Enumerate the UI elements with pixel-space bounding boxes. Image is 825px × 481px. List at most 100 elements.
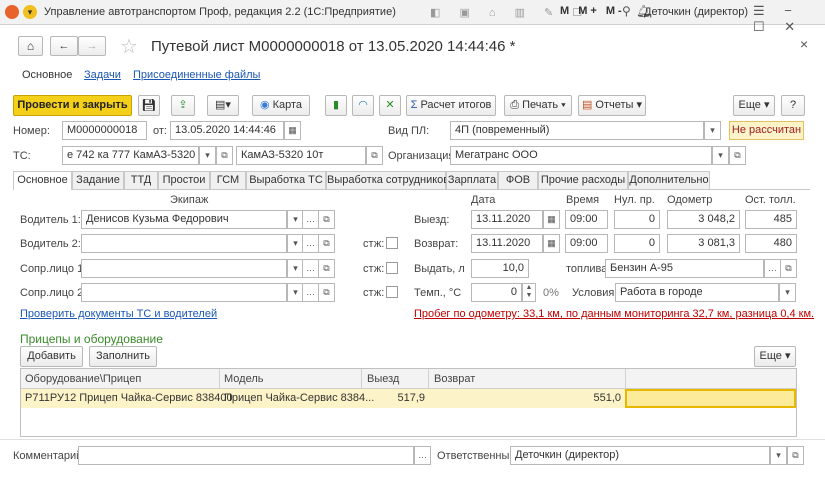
map-button[interactable]: ◉ Карта	[252, 95, 310, 116]
tab-vehicle-output[interactable]: Выработка ТС	[246, 171, 326, 189]
window-controls[interactable]: ☰ − ☐ ✕	[753, 3, 825, 35]
post-icon[interactable]: ⇪	[171, 95, 195, 116]
vehicle-dropdown-icon[interactable]: ▾	[199, 146, 216, 165]
mileage-warning[interactable]: Пробег по одометру: 33,1 км, по данным м…	[414, 308, 814, 320]
stzh-checkbox-2[interactable]	[386, 262, 398, 274]
date-field[interactable]: 13.05.2020 14:44:46	[170, 121, 284, 140]
responsible-dropdown-icon[interactable]: ▾	[770, 446, 787, 465]
escort2-field[interactable]	[81, 283, 287, 302]
reports-button[interactable]: ▤ Отчеты ▾	[578, 95, 646, 116]
app-logo-icon[interactable]	[5, 5, 19, 19]
memory-buttons[interactable]: M M+ M-	[560, 5, 625, 17]
conditions-field[interactable]: Работа в городе	[615, 283, 779, 302]
post-close-button[interactable]: Провести и закрыть	[13, 95, 132, 116]
escort1-open-icon[interactable]: ⧉	[318, 259, 335, 278]
vehicle-open-icon[interactable]: ⧉	[216, 146, 233, 165]
return-calendar-icon[interactable]: ▦	[543, 234, 560, 253]
driver2-select-icon[interactable]: …	[302, 234, 319, 253]
temp-stepper[interactable]: ▲ ▼	[522, 283, 536, 302]
section-tasks[interactable]: Задачи	[84, 69, 121, 81]
tab-task[interactable]: Задание	[72, 171, 124, 189]
tab-fov[interactable]: ФОВ	[498, 171, 538, 189]
responsible-open-icon[interactable]: ⧉	[787, 446, 804, 465]
driver1-select-icon[interactable]: …	[302, 210, 319, 229]
cell-model[interactable]: Прицеп Чайка-Сервис 8384...	[224, 392, 374, 404]
temp-field[interactable]: 0	[471, 283, 522, 302]
favorite-star-icon[interactable]: ☆	[120, 34, 138, 59]
section-main[interactable]: Основное	[22, 69, 72, 81]
departure-fuel-field[interactable]: 485	[745, 210, 797, 229]
tab-staff-output[interactable]: Выработка сотрудников	[326, 171, 449, 189]
forward-button[interactable]: →	[78, 36, 106, 56]
escort1-select-icon[interactable]: …	[302, 259, 319, 278]
driver2-open-icon[interactable]: ⧉	[318, 234, 335, 253]
close-icon[interactable]: ×	[800, 36, 808, 52]
help-button[interactable]: ?	[781, 95, 805, 116]
escort2-open-icon[interactable]: ⧉	[318, 283, 335, 302]
driver2-field[interactable]	[81, 234, 287, 253]
comment-edit-icon[interactable]: …	[414, 446, 431, 465]
stzh-checkbox-3[interactable]	[386, 286, 398, 298]
escort2-select-icon[interactable]: …	[302, 283, 319, 302]
departure-date-field[interactable]: 13.11.2020	[471, 210, 543, 229]
conditions-dropdown-icon[interactable]: ▾	[779, 283, 796, 302]
tab-main[interactable]: Основное	[13, 171, 72, 190]
issue-field[interactable]: 10,0	[471, 259, 529, 278]
return-time-field[interactable]: 09:00	[565, 234, 608, 253]
cell-out[interactable]: 517,9	[361, 392, 425, 404]
section-files[interactable]: Присоединенные файлы	[133, 69, 260, 81]
cell-empty-selected[interactable]	[625, 389, 796, 408]
equipment-more-button[interactable]: Еще ▾	[754, 346, 796, 367]
gauge-icon[interactable]: ◠	[352, 95, 374, 116]
user-name[interactable]: Деточкин (директор)	[644, 6, 748, 18]
tab-additional[interactable]: Дополнительно	[628, 171, 710, 189]
comment-field[interactable]	[78, 446, 414, 465]
search-icon[interactable]: ⚲	[622, 4, 631, 18]
stzh-checkbox-1[interactable]	[386, 237, 398, 249]
tab-gsm[interactable]: ГСМ	[210, 171, 246, 189]
organization-field[interactable]: Мегатранс ООО	[450, 146, 712, 165]
col-return[interactable]: Возврат	[434, 373, 475, 385]
return-odometer-field[interactable]: 3 081,3	[667, 234, 740, 253]
create-based-button[interactable]: ▤▾	[207, 95, 239, 116]
type-dropdown-icon[interactable]: ▾	[704, 121, 721, 140]
check-documents-link[interactable]: Проверить документы ТС и водителей	[20, 308, 217, 320]
model-open-icon[interactable]: ⧉	[366, 146, 383, 165]
fuel-icon[interactable]: ▮	[325, 95, 347, 116]
org-open-icon[interactable]: ⧉	[729, 146, 746, 165]
more-button[interactable]: Еще ▾	[733, 95, 775, 116]
departure-calendar-icon[interactable]: ▦	[543, 210, 560, 229]
return-fuel-field[interactable]: 480	[745, 234, 797, 253]
number-field[interactable]: М0000000018	[62, 121, 147, 140]
table-row[interactable]: Р711РУ12 Прицеп Чайка-Сервис 838400 Приц…	[21, 389, 796, 408]
vehicle-field[interactable]: е 742 ка 777 КамАЗ-5320 10т	[62, 146, 199, 165]
driver1-open-icon[interactable]: ⧉	[318, 210, 335, 229]
save-icon[interactable]: 💾︎	[138, 95, 160, 116]
tab-downtime[interactable]: Простои	[158, 171, 210, 189]
col-equipment[interactable]: Оборудование\Прицеп	[25, 373, 141, 385]
print-button[interactable]: ⎙ Печать ▾	[504, 95, 572, 116]
col-out[interactable]: Выезд	[367, 373, 399, 385]
return-zero-field[interactable]: 0	[614, 234, 660, 253]
tab-ttd[interactable]: ТТД	[124, 171, 158, 189]
back-button[interactable]: ←	[50, 36, 78, 56]
tab-salary[interactable]: Зарплата	[446, 171, 498, 189]
type-field[interactable]: 4П (повременный)	[450, 121, 704, 140]
org-dropdown-icon[interactable]: ▾	[712, 146, 729, 165]
return-date-field[interactable]: 13.11.2020	[471, 234, 543, 253]
departure-zero-field[interactable]: 0	[614, 210, 660, 229]
departure-odometer-field[interactable]: 3 048,2	[667, 210, 740, 229]
driver1-field[interactable]: Денисов Кузьма Федорович	[81, 210, 287, 229]
add-button[interactable]: Добавить	[20, 346, 83, 367]
fill-button[interactable]: Заполнить	[89, 346, 157, 367]
home-button[interactable]: ⌂	[18, 36, 43, 56]
calendar-icon[interactable]: ▦	[284, 121, 301, 140]
cell-equipment[interactable]: Р711РУ12 Прицеп Чайка-Сервис 838400	[25, 392, 233, 404]
fuel-open-icon[interactable]: ⧉	[780, 259, 797, 278]
fuel-type-field[interactable]: Бензин А-95	[605, 259, 764, 278]
tools-icon[interactable]: ✕	[379, 95, 401, 116]
calc-button[interactable]: Σ Расчет итогов	[406, 95, 496, 116]
col-model[interactable]: Модель	[224, 373, 263, 385]
tab-other-expenses[interactable]: Прочие расходы	[538, 171, 628, 189]
menu-icon[interactable]: ▾	[23, 5, 37, 19]
